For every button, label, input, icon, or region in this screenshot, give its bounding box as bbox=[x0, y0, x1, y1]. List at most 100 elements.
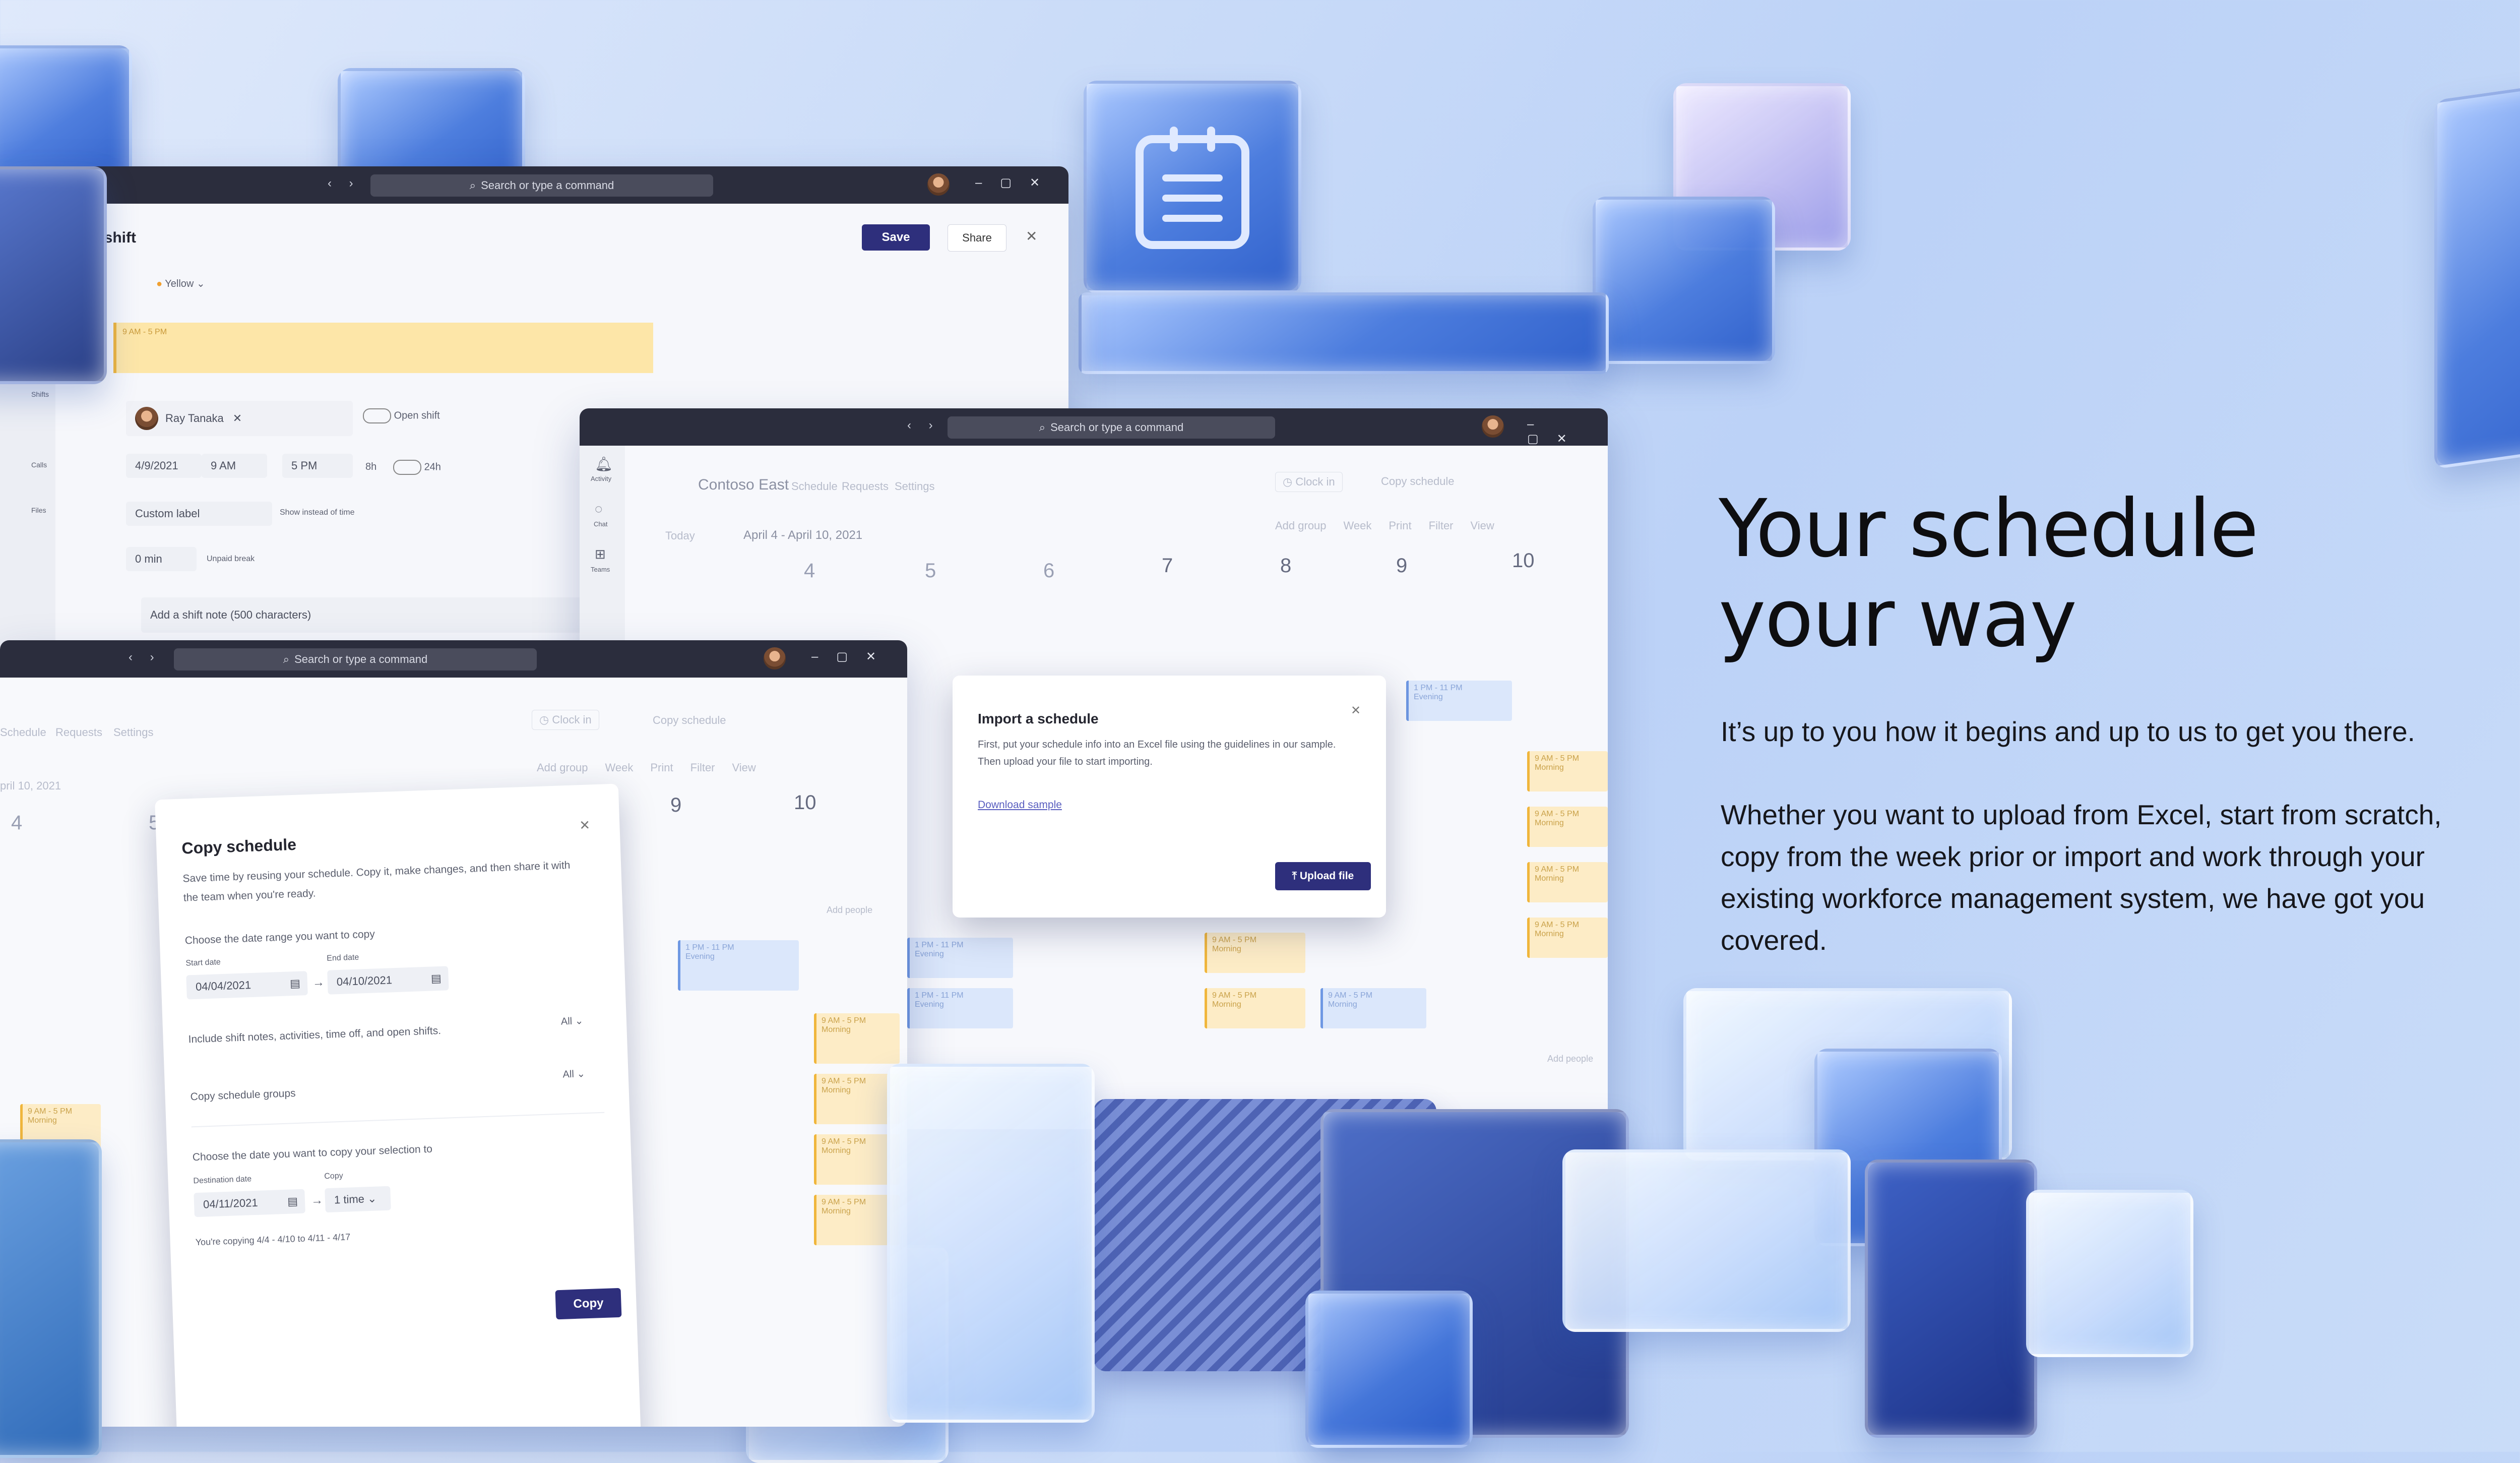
search-input[interactable]: ⌕ Search or type a command bbox=[948, 416, 1275, 439]
filter-button[interactable]: Filter bbox=[1429, 519, 1454, 532]
rail-item-teams[interactable]: Teams bbox=[591, 566, 610, 573]
day-number: 10 bbox=[794, 791, 816, 814]
rail-item-shifts[interactable]: Shifts bbox=[31, 390, 49, 398]
view-button[interactable]: View bbox=[732, 761, 756, 774]
tab-schedule[interactable]: Schedule bbox=[0, 726, 46, 739]
window-controls[interactable]: –▢✕ bbox=[1527, 417, 1608, 446]
avatar[interactable] bbox=[927, 173, 950, 196]
add-people-link[interactable]: Add people bbox=[1547, 1054, 1593, 1064]
close-icon[interactable]: ✕ bbox=[233, 412, 242, 425]
shift-chip[interactable]: 9 AM - 5 PM Morning bbox=[1205, 988, 1305, 1028]
download-sample-link[interactable]: Download sample bbox=[978, 799, 1062, 811]
view-button[interactable]: View bbox=[1471, 519, 1494, 532]
unpaid-break-label: Unpaid break bbox=[207, 555, 255, 563]
today-button[interactable]: Today bbox=[665, 529, 695, 542]
avatar[interactable] bbox=[1482, 415, 1504, 438]
shift-chip[interactable]: 9 AM - 5 PM Morning bbox=[1527, 807, 1608, 847]
shift-chip[interactable]: 1 PM - 11 PM Evening bbox=[678, 940, 799, 991]
glass-cube-decoration bbox=[1305, 1291, 1473, 1448]
copy-count-select[interactable]: 1 time ⌄ bbox=[325, 1186, 391, 1213]
tab-settings[interactable]: Settings bbox=[895, 480, 935, 493]
chat-icon[interactable]: ◌ bbox=[595, 501, 602, 517]
end-time-field[interactable]: 5 PM bbox=[282, 454, 353, 478]
copy-schedule-button[interactable]: Copy schedule bbox=[1381, 475, 1455, 488]
shift-chip[interactable]: 9 AM - 5 PM Morning bbox=[1320, 988, 1426, 1028]
tab-schedule[interactable]: Schedule bbox=[791, 480, 838, 493]
rail-item-files[interactable]: Files bbox=[31, 506, 46, 514]
copy-schedule-button[interactable]: Copy schedule bbox=[653, 714, 726, 727]
open-shift-toggle[interactable]: Open shift bbox=[363, 408, 440, 423]
nav-arrows[interactable]: ‹ › bbox=[129, 650, 161, 664]
dialog-title: Copy schedule bbox=[181, 835, 297, 858]
clock-in-button[interactable]: ◷ Clock in bbox=[1275, 472, 1343, 492]
teams-icon[interactable]: ⊞ bbox=[595, 546, 606, 562]
rail-item-calls[interactable]: Calls bbox=[31, 461, 47, 469]
search-input[interactable]: ⌕ Search or type a command bbox=[174, 648, 537, 670]
search-icon: ⌕ bbox=[469, 179, 476, 192]
custom-label-input[interactable]: Custom label bbox=[126, 502, 272, 526]
filter-button[interactable]: Filter bbox=[690, 761, 715, 774]
window-controls[interactable]: –▢✕ bbox=[811, 649, 894, 664]
shift-chip[interactable]: 9 AM - 5 PM Morning bbox=[1527, 751, 1608, 791]
hero-headline-line2: your way bbox=[1719, 572, 2077, 665]
end-date-input[interactable]: 04/10/2021 ▤ bbox=[327, 966, 449, 995]
nav-arrows[interactable]: ‹ › bbox=[907, 418, 940, 433]
add-group-button[interactable]: Add group bbox=[537, 761, 588, 774]
start-time-field[interactable]: 9 AM bbox=[202, 454, 267, 478]
add-group-button[interactable]: Add group bbox=[1275, 519, 1327, 532]
window-controls[interactable]: –▢✕ bbox=[975, 175, 1058, 190]
team-name: Contoso East bbox=[698, 476, 789, 493]
share-button[interactable]: Share bbox=[948, 224, 1006, 252]
shift-chip[interactable]: 9 AM - 5 PM Morning bbox=[1527, 862, 1608, 902]
include-select[interactable]: All ⌄ bbox=[560, 1014, 584, 1028]
week-select[interactable]: Week bbox=[605, 761, 634, 774]
clock-in-button[interactable]: ◷ Clock in bbox=[532, 710, 599, 730]
shift-chip[interactable]: 1 PM - 11 PM Evening bbox=[1406, 681, 1512, 721]
print-button[interactable]: Print bbox=[650, 761, 673, 774]
member-chip[interactable]: Ray Tanaka ✕ bbox=[126, 401, 353, 436]
shift-chip[interactable]: 1 PM - 11 PM Evening bbox=[907, 988, 1013, 1028]
import-schedule-dialog: Import a schedule ✕ First, put your sche… bbox=[953, 676, 1386, 918]
save-button[interactable]: Save bbox=[862, 224, 930, 251]
upload-file-button[interactable]: ⤒ Upload file bbox=[1275, 862, 1371, 890]
rail-item-chat[interactable]: Chat bbox=[594, 520, 607, 528]
arrow-icon: → bbox=[312, 975, 325, 990]
close-icon[interactable]: ✕ bbox=[1026, 228, 1037, 245]
search-icon: ⌕ bbox=[283, 653, 290, 665]
destination-date-input[interactable]: 04/11/2021 ▤ bbox=[194, 1189, 305, 1217]
toolbar: Add group Week Print Filter View bbox=[1275, 519, 1494, 532]
day-number: 9 bbox=[1396, 555, 1408, 577]
avatar[interactable] bbox=[764, 647, 786, 669]
groups-select[interactable]: All ⌄ bbox=[562, 1067, 585, 1081]
color-select[interactable]: ● Yellow ⌄ bbox=[156, 277, 205, 290]
search-input[interactable]: ⌕ Search or type a command bbox=[370, 174, 713, 197]
shift-chip[interactable]: 1 PM - 11 PM Evening bbox=[907, 938, 1013, 978]
tab-settings[interactable]: Settings bbox=[113, 726, 154, 739]
shift-chip[interactable]: 9 AM - 5 PM Morning bbox=[1205, 933, 1305, 973]
shift-note-input[interactable]: Add a shift note (500 characters) bbox=[141, 597, 625, 633]
bell-icon[interactable]: 🔔︎ bbox=[595, 456, 613, 472]
start-date-label: Start date bbox=[185, 958, 221, 968]
print-button[interactable]: Print bbox=[1389, 519, 1411, 532]
shift-chip[interactable]: 9 AM - 5 PM Morning bbox=[814, 1013, 900, 1064]
clock-icon: ◷ bbox=[539, 713, 549, 726]
all-day-toggle[interactable]: 24h bbox=[393, 460, 441, 475]
date-field[interactable]: 4/9/2021 bbox=[126, 454, 202, 478]
close-icon[interactable]: ✕ bbox=[1351, 703, 1361, 718]
copy-button[interactable]: Copy bbox=[555, 1288, 622, 1320]
date-range[interactable]: April 4 - April 10, 2021 bbox=[743, 528, 862, 542]
break-select[interactable]: 0 min bbox=[126, 547, 197, 571]
copy-schedule-window: ‹ › ⌕ Search or type a command –▢✕ Sched… bbox=[0, 640, 907, 1427]
start-date-input[interactable]: 04/04/2021 ▤ bbox=[186, 971, 308, 1000]
week-select[interactable]: Week bbox=[1344, 519, 1372, 532]
nav-arrows[interactable]: ‹ › bbox=[328, 176, 360, 191]
tab-requests[interactable]: Requests bbox=[842, 480, 889, 493]
rail-item-activity[interactable]: Activity bbox=[591, 475, 611, 482]
copy-schedule-dialog: Copy schedule ✕ Save time by reusing you… bbox=[155, 783, 642, 1427]
shift-chip[interactable]: 9 AM - 5 PM Morning bbox=[1527, 918, 1608, 958]
date-range[interactable]: pril 10, 2021 bbox=[0, 779, 61, 793]
calendar-icon: ▤ bbox=[287, 1195, 298, 1208]
close-icon[interactable]: ✕ bbox=[579, 817, 591, 833]
tab-requests[interactable]: Requests bbox=[55, 726, 102, 739]
add-people-link[interactable]: Add people bbox=[827, 905, 872, 916]
